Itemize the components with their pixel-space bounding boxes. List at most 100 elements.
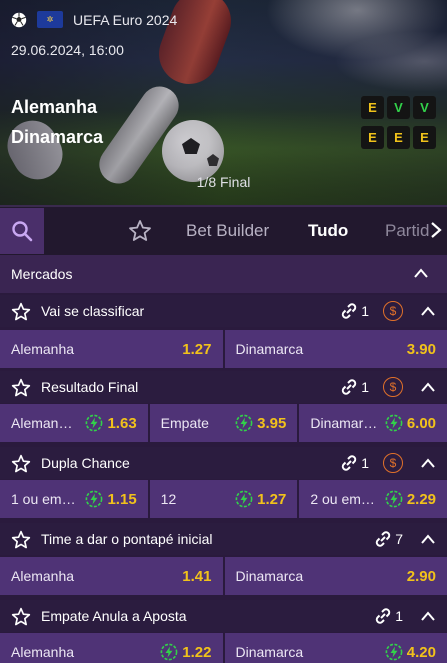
chevron-up-icon[interactable]: [413, 267, 429, 279]
tab-partial[interactable]: Partid: [385, 221, 429, 241]
chevron-right-icon[interactable]: [429, 220, 443, 240]
markets-header[interactable]: Mercados: [0, 255, 447, 294]
market-title: Empate Anula a Aposta: [41, 608, 187, 624]
form-result: E: [413, 126, 436, 149]
chevron-up-icon[interactable]: [420, 610, 436, 622]
form-result: E: [361, 126, 384, 149]
odds-value: 4.20: [406, 643, 436, 661]
outcome-label: Dinamar…: [310, 415, 378, 431]
chevron-up-icon[interactable]: [420, 381, 436, 393]
favorite-market-button[interactable]: [11, 454, 31, 477]
odds-row: Aleman… 1.63 Empate 3.95 Dinamar… 6.00: [0, 404, 447, 442]
odds-button[interactable]: Aleman… 1.63: [0, 404, 148, 442]
market-header[interactable]: Empate Anula a Aposta 1: [0, 600, 447, 632]
favorite-market-button[interactable]: [11, 607, 31, 630]
competition-header: ✲ UEFA Euro 2024: [11, 11, 177, 28]
odds-button[interactable]: Alemanha 1.22: [0, 633, 223, 663]
outcome-label: 12: [160, 491, 177, 507]
outcome-label: Alemanha: [11, 644, 75, 660]
market-header[interactable]: Vai se classificar 1 $: [0, 295, 447, 327]
cashout-coin-icon: $: [383, 453, 403, 473]
tab-bet-builder[interactable]: Bet Builder: [186, 221, 269, 241]
outcome-label: Empate: [160, 415, 209, 431]
boost-icon: [235, 490, 253, 508]
odds-value: 1.41: [182, 567, 212, 585]
odds-button[interactable]: Dinamar… 6.00: [299, 404, 447, 442]
outcome-label: 1 ou em…: [11, 491, 76, 507]
competition-name: UEFA Euro 2024: [73, 11, 178, 28]
search-button[interactable]: [0, 208, 44, 254]
market-title: Vai se classificar: [41, 303, 145, 319]
bet-builder-link[interactable]: 1: [373, 607, 403, 625]
event-stage: 1/8 Final: [196, 174, 251, 190]
odds-button[interactable]: Dinamarca 2.90: [224, 557, 447, 595]
outcome-label: Alemanha: [11, 568, 75, 584]
away-team-form: E E E: [361, 126, 436, 149]
odds-row: Alemanha 1.22 Dinamarca 4.20: [0, 633, 447, 663]
chevron-up-icon[interactable]: [420, 533, 436, 545]
outcome-label: Alemanha: [11, 341, 75, 357]
market-header[interactable]: Time a dar o pontapé inicial 7: [0, 523, 447, 555]
star-icon: [11, 530, 31, 549]
odds-row: 1 ou em… 1.15 12 1.27 2 ou em… 2.29: [0, 480, 447, 518]
link-count: 1: [361, 379, 369, 395]
odds-button[interactable]: Alemanha 1.41: [0, 557, 223, 595]
favorite-market-button[interactable]: [11, 302, 31, 325]
event-datetime: 29.06.2024, 16:00: [11, 42, 124, 58]
favorite-market-button[interactable]: [11, 378, 31, 401]
star-icon: [11, 454, 31, 473]
outcome-label: Dinamarca: [235, 644, 304, 660]
bet-builder-link[interactable]: 1: [339, 454, 369, 472]
odds-value: 6.00: [406, 414, 437, 432]
link-icon: [376, 531, 391, 547]
bet-builder-link[interactable]: 7: [373, 530, 403, 548]
odds-value: 1.22: [182, 643, 212, 661]
chevron-up-icon[interactable]: [420, 305, 436, 317]
odds-button[interactable]: 1 ou em… 1.15: [0, 480, 148, 518]
link-count: 1: [395, 608, 403, 624]
market-header[interactable]: Resultado Final 1 $: [0, 371, 447, 403]
soccer-ball-icon: [11, 12, 27, 27]
link-icon: [342, 303, 357, 319]
boost-icon: [385, 414, 403, 432]
form-result: V: [387, 96, 410, 119]
odds-value: 1.27: [257, 490, 287, 508]
odds-value: 2.90: [406, 567, 436, 585]
cashout-coin-icon: $: [383, 301, 403, 321]
market-tabs: Bet Builder Tudo Partid: [0, 205, 447, 255]
bet-builder-link[interactable]: 1: [339, 378, 369, 396]
star-icon: [11, 378, 31, 397]
outcome-label: Dinamarca: [235, 568, 304, 584]
home-team-form: E V V: [361, 96, 436, 119]
odds-button[interactable]: 2 ou em… 2.29: [299, 480, 447, 518]
chevron-up-icon[interactable]: [420, 457, 436, 469]
link-count: 1: [361, 303, 369, 319]
boost-icon: [385, 490, 403, 508]
tab-all[interactable]: Tudo: [308, 221, 348, 241]
tab-favorites[interactable]: [120, 219, 160, 243]
odds-button[interactable]: Empate 3.95: [149, 404, 298, 442]
cashout-coin-icon: $: [383, 377, 403, 397]
odds-button[interactable]: Dinamarca 4.20: [224, 633, 447, 663]
bet-builder-link[interactable]: 1: [339, 302, 369, 320]
search-icon: [12, 221, 33, 242]
odds-button[interactable]: Alemanha 1.27: [0, 330, 223, 368]
form-result: E: [361, 96, 384, 119]
star-icon: [129, 220, 151, 241]
odds-value: 3.95: [257, 414, 287, 432]
odds-value: 1.63: [107, 414, 137, 432]
market-title: Resultado Final: [41, 379, 139, 395]
boost-icon: [385, 643, 403, 661]
markets-title: Mercados: [11, 266, 73, 282]
market-header[interactable]: Dupla Chance 1 $: [0, 447, 447, 479]
odds-row: Alemanha 1.27 Dinamarca 3.90: [0, 330, 447, 368]
odds-button[interactable]: 12 1.27: [149, 480, 298, 518]
odds-button[interactable]: Dinamarca 3.90: [224, 330, 447, 368]
market-title: Dupla Chance: [41, 455, 130, 471]
boost-icon: [160, 643, 178, 661]
away-team-name: Dinamarca: [11, 127, 104, 147]
link-icon: [342, 379, 357, 395]
star-icon: [11, 607, 31, 626]
favorite-market-button[interactable]: [11, 530, 31, 553]
boost-icon: [86, 414, 103, 432]
